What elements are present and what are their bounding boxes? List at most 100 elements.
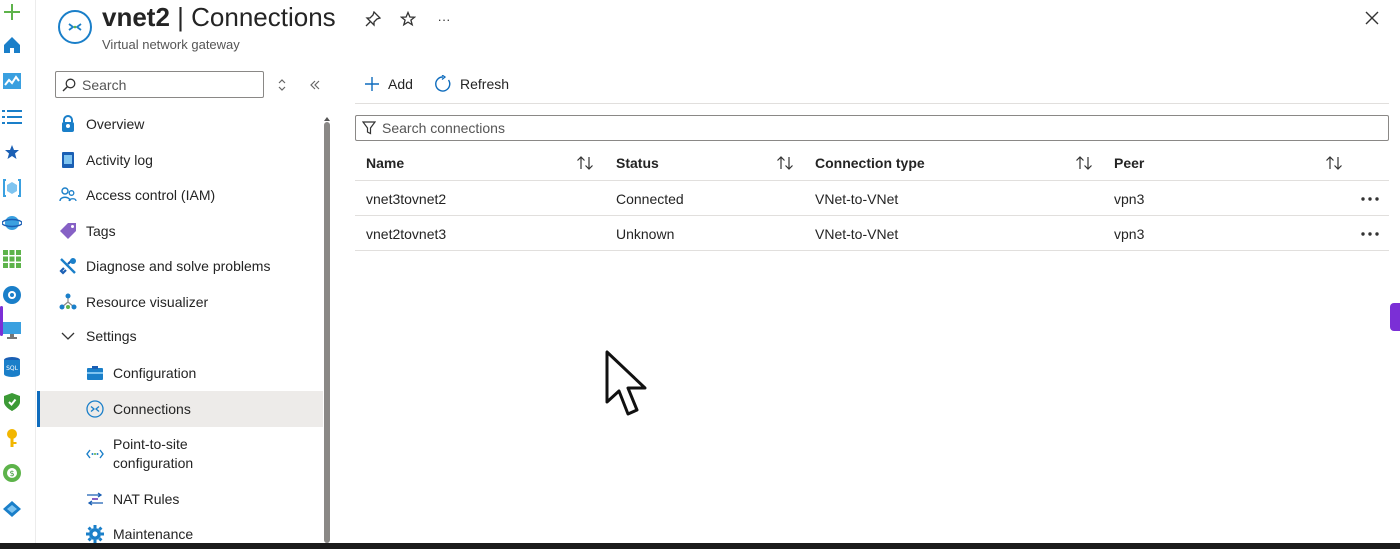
page-title: vnet2 | Connections	[102, 2, 336, 33]
svg-text:$: $	[9, 469, 14, 478]
column-header-name[interactable]: Name	[366, 145, 404, 181]
menu-item-label: NAT Rules	[113, 490, 180, 507]
pin-icon[interactable]	[362, 8, 384, 30]
connections-search-input[interactable]	[382, 120, 1282, 136]
menu-item-label: Settings	[86, 328, 137, 344]
cost-management-icon[interactable]: $	[1, 462, 23, 484]
sql-icon[interactable]: SQL	[1, 356, 23, 378]
configuration-icon	[86, 364, 104, 382]
row-more-icon[interactable]	[1358, 224, 1382, 244]
menu-item-label: Tags	[86, 223, 116, 239]
menu-item-resource-visualizer[interactable]: Resource visualizer	[37, 284, 323, 320]
menu-scrollbar[interactable]	[324, 122, 330, 543]
resource-groups-icon[interactable]	[1, 177, 23, 199]
menu-search-input[interactable]	[82, 76, 252, 93]
connection-peer[interactable]: vpn3	[1114, 181, 1144, 216]
home-icon[interactable]	[1, 34, 23, 56]
grid-header-row: Name Status Connection type Peer	[355, 145, 1389, 181]
key-icon[interactable]	[1, 427, 23, 449]
row-more-icon[interactable]	[1358, 189, 1382, 209]
menu-item-access-control[interactable]: Access control (IAM)	[37, 177, 323, 213]
connections-filter-box[interactable]	[355, 115, 1389, 141]
connection-peer[interactable]: vpn3	[1114, 216, 1144, 251]
menu-item-label: Maintenance	[113, 525, 194, 542]
connection-name[interactable]: vnet2tovnet3	[366, 216, 446, 251]
virtual-machine-icon[interactable]	[1, 319, 23, 341]
menu-item-label: Overview	[86, 116, 145, 132]
more-actions-icon[interactable]: ···	[433, 8, 455, 30]
add-icon	[364, 76, 380, 92]
menu-item-nat-rules[interactable]: NAT Rules	[37, 481, 323, 517]
resource-type-subtitle: Virtual network gateway	[102, 37, 240, 52]
gear-icon	[86, 525, 104, 543]
refresh-label: Refresh	[460, 76, 510, 92]
filter-icon	[362, 121, 376, 135]
tag-icon	[59, 222, 77, 240]
menu-item-overview[interactable]: Overview	[37, 106, 323, 142]
close-icon[interactable]	[1360, 6, 1384, 30]
expand-collapse-icon[interactable]	[273, 76, 291, 94]
sort-peer-icon[interactable]	[1324, 154, 1344, 172]
menu-group-settings[interactable]: Settings	[37, 318, 323, 354]
app-services-icon[interactable]	[1, 212, 23, 234]
collapse-menu-icon[interactable]	[306, 76, 324, 94]
global-nav-rail: SQL $	[0, 0, 36, 543]
dashboard-icon[interactable]	[1, 70, 23, 92]
connection-status: Connected	[616, 190, 684, 207]
side-panel-tab[interactable]	[1390, 303, 1400, 331]
column-header-peer[interactable]: Peer	[1114, 145, 1144, 181]
cosmos-icon[interactable]	[1, 284, 23, 306]
label-line-1: Point-to-site	[113, 436, 188, 452]
menu-item-activity-log[interactable]: Activity log	[37, 142, 323, 178]
menu-item-connections[interactable]: Connections	[37, 391, 323, 427]
sort-name-icon[interactable]	[575, 154, 595, 172]
menu-search-box[interactable]	[55, 71, 264, 98]
resource-name: vnet2	[102, 2, 170, 32]
sort-status-icon[interactable]	[775, 154, 795, 172]
menu-scroll-up-arrow[interactable]	[324, 110, 330, 121]
table-row[interactable]: vnet3tovnet2 Connected VNet-to-VNet vpn3	[355, 181, 1389, 216]
label-line-2: configuration	[113, 455, 194, 471]
wrench-icon	[59, 257, 77, 275]
menu-item-diagnose[interactable]: Diagnose and solve problems	[37, 248, 323, 284]
menu-item-label: Point-to-site configuration	[113, 435, 193, 473]
add-button[interactable]: Add	[364, 71, 413, 97]
favorite-star-icon[interactable]	[397, 8, 419, 30]
title-separator: |	[169, 2, 192, 32]
menu-item-maintenance[interactable]: Maintenance	[37, 516, 323, 543]
point-to-site-icon	[86, 445, 104, 463]
resource-menu: Overview Activity log Access control (IA…	[37, 106, 323, 543]
sort-connection-type-icon[interactable]	[1074, 154, 1094, 172]
command-bar-divider	[355, 103, 1389, 104]
connections-grid: Name Status Connection type Peer vnet3to…	[355, 145, 1389, 251]
visualizer-icon	[59, 293, 77, 311]
bottom-edge-bar	[0, 543, 1400, 549]
grid-apps-icon[interactable]	[1, 248, 23, 270]
menu-item-point-to-site[interactable]: Point-to-site configuration	[37, 427, 323, 481]
chevron-down-icon	[59, 327, 77, 345]
all-services-icon[interactable]	[1, 106, 23, 128]
column-header-connection-type[interactable]: Connection type	[815, 145, 925, 181]
menu-item-label: Access control (IAM)	[86, 187, 216, 203]
add-label: Add	[388, 76, 413, 92]
mouse-cursor-icon	[603, 350, 653, 422]
refresh-button[interactable]: Refresh	[434, 71, 509, 97]
people-icon	[59, 186, 77, 204]
blade-title: Connections	[191, 2, 336, 32]
svg-text:SQL: SQL	[6, 365, 19, 372]
menu-item-label: Activity log	[86, 152, 153, 168]
connection-name[interactable]: vnet3tovnet2	[366, 181, 446, 216]
security-shield-icon[interactable]	[1, 391, 23, 413]
favorites-star-icon[interactable]	[1, 141, 23, 163]
menu-item-label: Diagnose and solve problems	[86, 258, 271, 274]
overview-icon	[59, 115, 77, 133]
menu-item-tags[interactable]: Tags	[37, 213, 323, 249]
menu-item-configuration[interactable]: Configuration	[37, 355, 323, 391]
table-row[interactable]: vnet2tovnet3 Unknown VNet-to-VNet vpn3	[355, 216, 1389, 251]
refresh-icon	[434, 75, 452, 93]
activity-log-icon	[59, 151, 77, 169]
devops-icon[interactable]	[1, 498, 23, 520]
column-header-status[interactable]: Status	[616, 145, 659, 181]
create-resource-icon[interactable]	[1, 1, 23, 23]
search-icon	[62, 78, 76, 92]
